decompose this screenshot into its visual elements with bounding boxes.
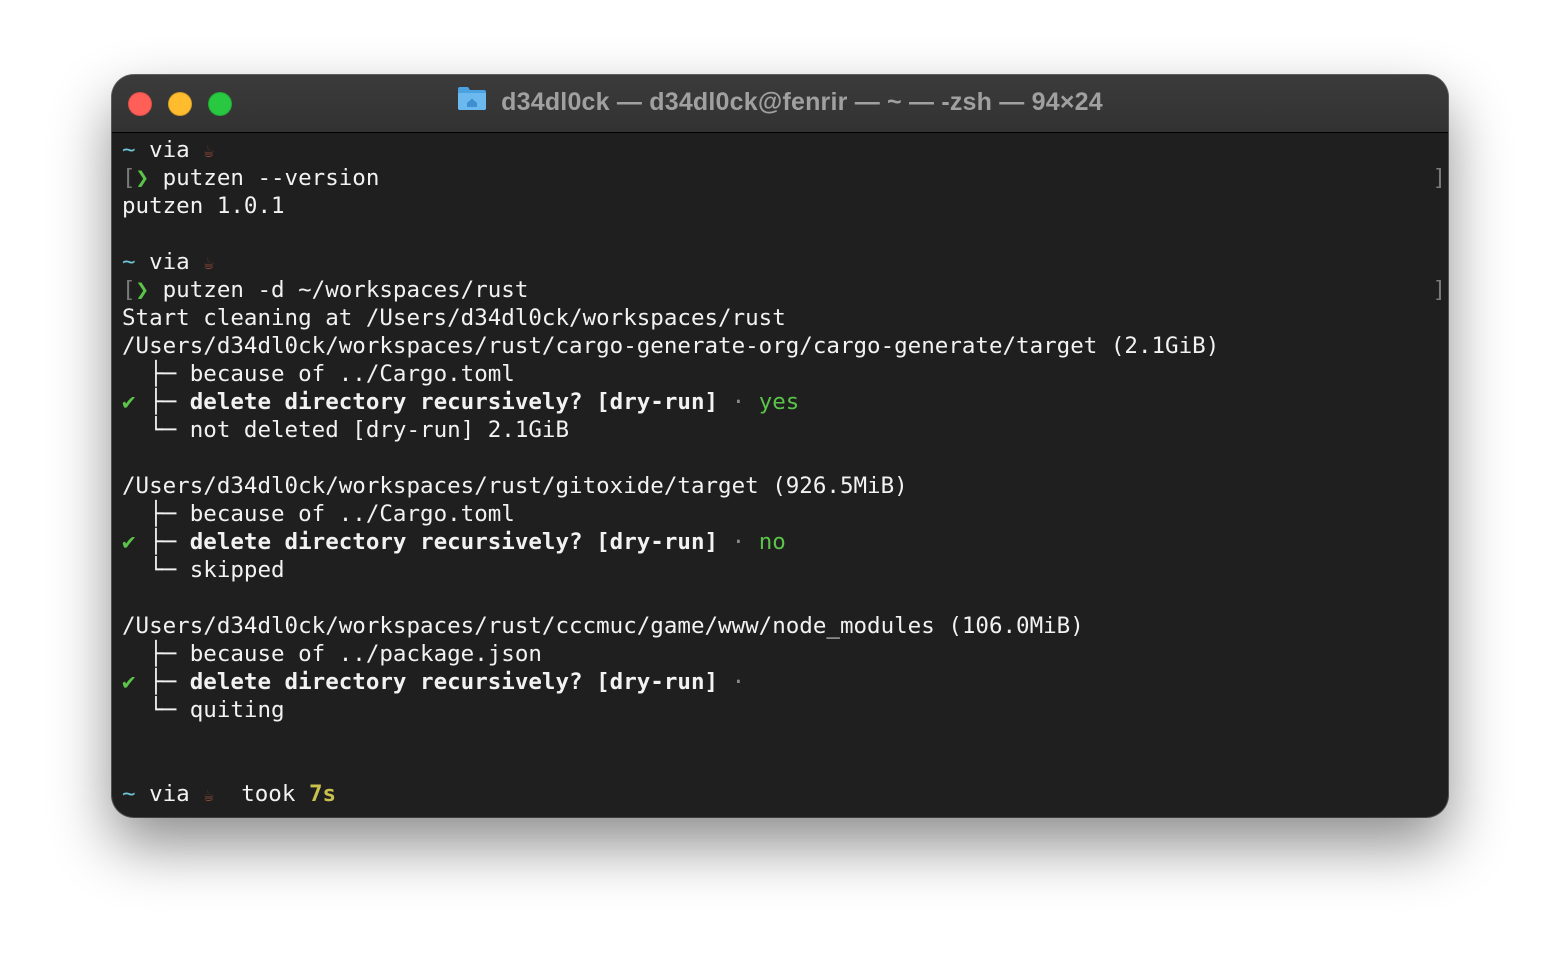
- home-tilde: ~: [122, 781, 136, 807]
- command-line: [❯ putzen --version]: [122, 164, 1448, 192]
- title-bar[interactable]: d34dl0ck — d34dl0ck@fenrir — ~ — -zsh — …: [112, 75, 1448, 133]
- prompt-chevron-icon: ❯: [135, 165, 150, 191]
- home-tilde: ~: [122, 137, 136, 163]
- took-label: took: [241, 781, 296, 807]
- command-text: putzen -d ~/workspaces/rust: [162, 277, 529, 303]
- separator-dot: ·: [731, 669, 746, 695]
- answer-text: yes: [758, 389, 800, 415]
- command-text: putzen --version: [162, 165, 380, 191]
- check-icon: ✔: [122, 669, 136, 695]
- terminal-window: d34dl0ck — d34dl0ck@fenrir — ~ — -zsh — …: [112, 75, 1448, 817]
- via-label: via: [149, 249, 190, 275]
- mark-bracket-left: [: [122, 277, 136, 303]
- java-coffee-icon: ☕: [203, 785, 215, 806]
- entry-path: /Users/d34dl0ck/workspaces/rust/gitoxide…: [122, 473, 908, 499]
- via-label: via: [149, 137, 190, 163]
- output-line: putzen 1.0.1: [122, 193, 285, 219]
- mark-bracket-right: ]: [1432, 277, 1446, 303]
- entry-result: └─ not deleted [dry-run] 2.1GiB: [149, 417, 570, 443]
- terminal-content[interactable]: ~ via ☕ [❯ putzen --version] putzen 1.0.…: [122, 136, 1448, 817]
- separator-dot: ·: [731, 389, 746, 415]
- separator-dot: ·: [731, 529, 746, 555]
- entry-path: /Users/d34dl0ck/workspaces/rust/cccmuc/g…: [122, 613, 1084, 639]
- answer-text: no: [758, 529, 786, 555]
- java-coffee-icon: ☕: [203, 141, 215, 162]
- prompt-line: ~ via ☕ took 7s: [122, 780, 1448, 808]
- entry-path: /Users/d34dl0ck/workspaces/rust/cargo-ge…: [122, 333, 1220, 359]
- entry-reason: ├─ because of ../package.json: [149, 641, 542, 667]
- entry-result: └─ skipped: [149, 557, 285, 583]
- via-label: via: [149, 781, 190, 807]
- entry-reason: ├─ because of ../Cargo.toml: [149, 501, 515, 527]
- question-text: ├─ delete directory recursively? [dry-ru…: [149, 389, 719, 415]
- entry-question: ✔ ├─ delete directory recursively? [dry-…: [122, 668, 1448, 696]
- check-icon: ✔: [122, 389, 136, 415]
- entry-reason: ├─ because of ../Cargo.toml: [149, 361, 515, 387]
- duration-value: 7s: [308, 781, 337, 807]
- prompt-line: ~ via ☕: [122, 136, 1448, 164]
- entry-result: └─ quiting: [149, 697, 285, 723]
- check-icon: ✔: [122, 529, 136, 555]
- mark-bracket-right: ]: [1432, 165, 1446, 191]
- mark-bracket-left: [: [122, 165, 136, 191]
- home-folder-icon: [457, 85, 487, 116]
- question-text: ├─ delete directory recursively? [dry-ru…: [149, 669, 719, 695]
- output-line: Start cleaning at /Users/d34dl0ck/worksp…: [122, 305, 786, 331]
- home-tilde: ~: [122, 249, 136, 275]
- window-title-group: d34dl0ck — d34dl0ck@fenrir — ~ — -zsh — …: [112, 85, 1448, 117]
- entry-question: ✔ ├─ delete directory recursively? [dry-…: [122, 388, 1448, 416]
- java-coffee-icon: ☕: [203, 253, 215, 274]
- window-title: d34dl0ck — d34dl0ck@fenrir — ~ — -zsh — …: [501, 88, 1103, 116]
- prompt-chevron-icon: ❯: [135, 277, 150, 303]
- command-line: [❯ putzen -d ~/workspaces/rust]: [122, 276, 1448, 304]
- entry-question: ✔ ├─ delete directory recursively? [dry-…: [122, 528, 1448, 556]
- prompt-line: ~ via ☕: [122, 248, 1448, 276]
- question-text: ├─ delete directory recursively? [dry-ru…: [149, 529, 719, 555]
